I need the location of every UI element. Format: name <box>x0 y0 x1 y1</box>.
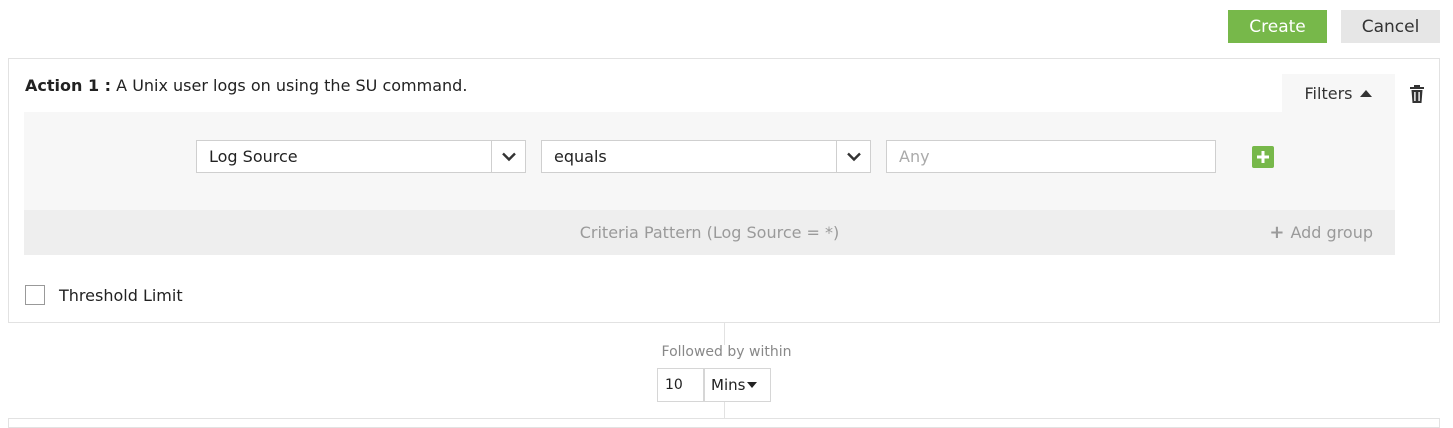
followed-by-label: Followed by within <box>661 344 792 360</box>
filter-row: Log Source equals Any <box>24 112 1395 210</box>
create-button[interactable]: Create <box>1228 10 1327 43</box>
filters-label: Filters <box>1304 83 1353 103</box>
within-value-input[interactable]: 10 <box>657 368 704 402</box>
threshold-label: Threshold Limit <box>59 285 183 305</box>
plus-icon <box>1257 151 1269 163</box>
operator-select-value: equals <box>554 147 607 166</box>
threshold-limit[interactable]: Threshold Limit <box>25 285 183 305</box>
action-title: Action 1 : A Unix user logs on using the… <box>25 76 467 95</box>
within-unit-select[interactable]: Mins <box>704 368 771 402</box>
field-select[interactable]: Log Source <box>196 140 526 173</box>
add-group-button[interactable]: + Add group <box>1269 223 1373 242</box>
criteria-bar: Criteria Pattern (Log Source = *) + Add … <box>24 210 1395 255</box>
connector-line <box>724 323 725 345</box>
value-input-placeholder: Any <box>899 147 930 166</box>
caret-down-icon <box>747 382 758 388</box>
add-group-label: Add group <box>1290 223 1373 242</box>
cancel-button[interactable]: Cancel <box>1341 10 1440 43</box>
next-action-card <box>8 418 1440 428</box>
threshold-checkbox[interactable] <box>25 285 45 305</box>
filters-toggle[interactable]: Filters <box>1282 74 1395 112</box>
add-filter-button[interactable] <box>1252 146 1274 168</box>
within-unit: Mins <box>711 376 746 394</box>
connector-line <box>724 402 725 418</box>
operator-select[interactable]: equals <box>541 140 871 173</box>
chevron-down-icon <box>491 141 525 172</box>
caret-up-icon <box>1360 89 1373 97</box>
action-card: Action 1 : A Unix user logs on using the… <box>8 58 1440 323</box>
trash-icon[interactable] <box>1409 85 1425 103</box>
plus-icon: + <box>1269 221 1285 243</box>
within-value: 10 <box>665 377 683 393</box>
chevron-down-icon <box>836 141 870 172</box>
action-description: A Unix user logs on using the SU command… <box>116 76 468 95</box>
criteria-pattern: Criteria Pattern (Log Source = *) <box>579 223 840 242</box>
value-input[interactable]: Any <box>886 140 1216 173</box>
field-select-value: Log Source <box>209 147 298 166</box>
action-number: Action 1 : <box>25 76 112 95</box>
